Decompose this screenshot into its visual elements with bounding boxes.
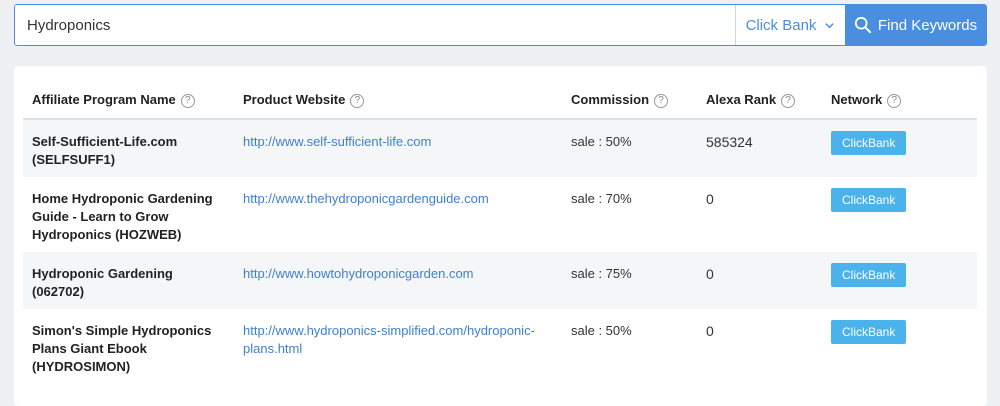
product-website-cell: http://www.howtohydroponicgarden.com [234,252,562,309]
commission: sale : 75% [562,252,697,309]
product-website-link[interactable]: http://www.thehydroponicgardenguide.com [243,191,489,206]
header-commission: Commission? [562,82,697,120]
alexa-rank: 0 [697,252,822,309]
network-cell: ClickBank [822,177,977,252]
commission: sale : 70% [571,191,632,206]
program-name: Hydroponic Gardening (062702) [23,252,234,309]
commission: sale : 50% [562,119,697,177]
product-website-link[interactable]: http://www.howtohydroponicgarden.com [243,266,474,281]
help-icon[interactable]: ? [180,94,195,108]
network-badge-button[interactable]: ClickBank [831,263,907,287]
table-header-row: Affiliate Program Name? Product Website?… [23,82,977,120]
table-row: Self-Sufficient-Life.com (SELFSUFF1) htt… [23,119,977,177]
help-icon[interactable]: ? [350,94,365,108]
search-icon [854,16,872,34]
network-badge-button[interactable]: ClickBank [831,320,907,344]
chevron-down-icon [825,22,835,28]
network-select-label: Click Bank [745,16,817,34]
alexa-rank: 0 [706,323,714,339]
alexa-rank: 0 [706,191,714,207]
program-name: Simon's Simple Hydroponics Plans Giant E… [32,323,212,374]
product-website-link[interactable]: http://www.self-sufficient-life.com [243,134,431,149]
search-bar: Click Bank Find Keywords [14,4,987,46]
product-website-cell: http://www.hydroponics-simplified.com/hy… [234,309,562,384]
network-select[interactable]: Click Bank [735,5,845,45]
table-row: Hydroponic Gardening (062702) http://www… [23,252,977,309]
affiliate-programs-table: Affiliate Program Name? Product Website?… [23,82,977,384]
find-keywords-label: Find Keywords [877,16,978,34]
alexa-rank: 585324 [697,119,822,177]
network-badge-button[interactable]: ClickBank [831,131,907,155]
header-alexa-rank: Alexa Rank? [697,82,822,120]
header-network: Network? [822,82,977,120]
table-row: Home Hydroponic Gardening Guide - Learn … [23,177,977,252]
header-label: Commission [571,92,650,107]
product-website-link[interactable]: http://www.hydroponics-simplified.com/hy… [243,323,535,356]
product-website-cell: http://www.thehydroponicgardenguide.com [234,177,562,252]
network-cell: ClickBank [822,119,977,177]
header-product-website: Product Website? [234,82,562,120]
network-cell: ClickBank [822,309,977,384]
product-website-cell: http://www.self-sufficient-life.com [234,119,562,177]
help-icon[interactable]: ? [781,94,796,108]
results-card: Affiliate Program Name? Product Website?… [14,66,987,406]
header-label: Network [831,92,883,107]
find-keywords-button[interactable]: Find Keywords [845,5,986,45]
commission: sale : 50% [571,323,632,338]
keyword-search-input[interactable] [15,5,735,45]
network-badge-button[interactable]: ClickBank [831,188,907,212]
help-icon[interactable]: ? [887,94,902,108]
header-affiliate-program-name: Affiliate Program Name? [23,82,234,120]
program-name: Home Hydroponic Gardening Guide - Learn … [32,191,213,242]
header-label: Alexa Rank [706,92,777,107]
program-name: Self-Sufficient-Life.com (SELFSUFF1) [23,119,234,177]
network-cell: ClickBank [822,252,977,309]
header-label: Product Website [243,92,346,107]
help-icon[interactable]: ? [654,94,669,108]
header-label: Affiliate Program Name [32,92,176,107]
table-row: Simon's Simple Hydroponics Plans Giant E… [23,309,977,384]
